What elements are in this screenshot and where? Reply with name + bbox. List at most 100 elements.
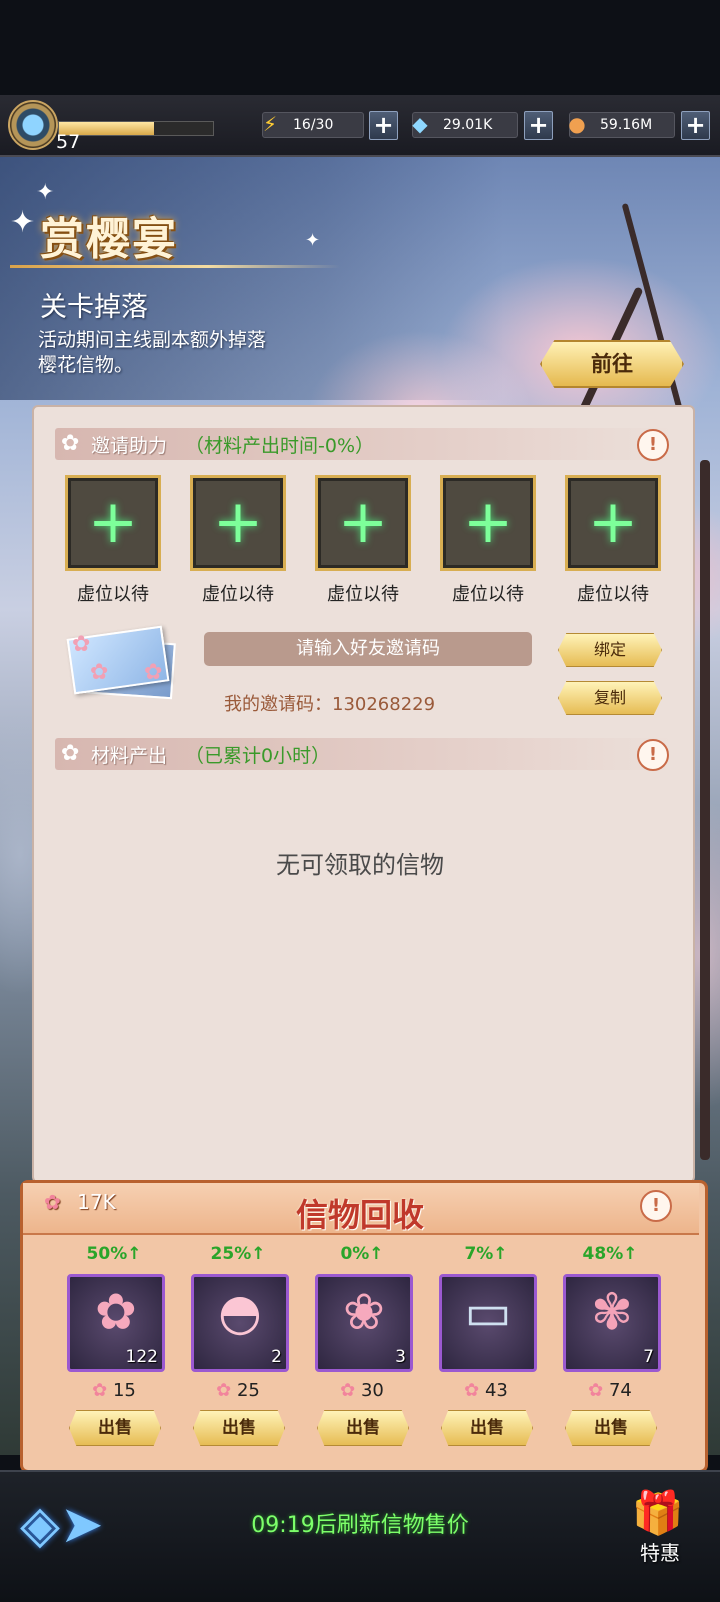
recycle-title: 信物回收: [295, 1196, 424, 1234]
event-title: 赏樱宴: [40, 214, 178, 265]
player-level: 57: [56, 131, 81, 153]
recycle-item[interactable]: ✾ 7: [563, 1274, 661, 1372]
special-offer-label[interactable]: 特惠: [620, 1537, 700, 1566]
item-count: 2: [271, 1347, 282, 1367]
sakura-petal-icon: ✿: [340, 1380, 356, 1401]
recycle-item[interactable]: ✿ 122: [67, 1274, 165, 1372]
recycle-item[interactable]: ◓ 2: [191, 1274, 289, 1372]
coin-icon: ●: [568, 112, 586, 136]
sakura-icon: ✿: [144, 660, 163, 685]
stamina-display: ⚡ 16/30: [262, 112, 364, 138]
level-emblem-icon[interactable]: [8, 100, 58, 150]
sakura-petal-icon: ✿: [92, 1380, 108, 1401]
gift-box-icon[interactable]: 🎁: [628, 1488, 688, 1538]
recycle-info-icon[interactable]: !: [640, 1190, 672, 1222]
diamond-icon: ◆: [412, 112, 428, 136]
plus-icon: +: [587, 487, 639, 557]
bouquet-icon: ✾: [591, 1283, 633, 1341]
sakura-icon: ✿: [90, 660, 109, 685]
item-price: ✿ 43: [436, 1380, 536, 1401]
invite-info-icon[interactable]: !: [637, 429, 669, 461]
flower-icon: ✿: [61, 741, 80, 766]
price-value: 15: [112, 1380, 136, 1401]
coin-value: 59.16M: [600, 117, 653, 133]
output-section-subtitle: （已累计0小时）: [185, 745, 331, 767]
sparkle-icon: ✦: [36, 180, 55, 205]
slot-label: 虚位以待: [202, 584, 274, 605]
recycle-item[interactable]: ▭: [439, 1274, 537, 1372]
invite-slot[interactable]: +: [190, 475, 286, 571]
empty-output-text: 无可领取的信物: [276, 851, 444, 879]
branch-3: [700, 460, 710, 1160]
invite-section-header: ✿ 邀请助力 （材料产出时间-0%） !: [55, 428, 675, 461]
output-section-header: ✿ 材料产出 （已累计0小时） !: [55, 738, 675, 771]
price-change: 48%↑: [582, 1244, 638, 1264]
plus-icon: +: [87, 487, 139, 557]
item-count: 3: [395, 1347, 406, 1367]
my-invite-code: 我的邀请码：130268229: [224, 694, 436, 715]
sakura-petal-icon: ✿: [464, 1380, 480, 1401]
diamond-display: ◆ 29.01K: [412, 112, 518, 138]
output-section-title: 材料产出: [91, 745, 168, 767]
item-count: 7: [643, 1347, 654, 1367]
stamina-value: 16/30: [293, 117, 334, 133]
invite-code-input[interactable]: 请输入好友邀请码: [204, 632, 532, 666]
item-count: 122: [125, 1347, 158, 1367]
sell-button[interactable]: 出售: [565, 1410, 657, 1446]
postcard-icon: ▭: [464, 1283, 512, 1341]
price-change: 7%↑: [464, 1244, 508, 1264]
sakura-charm-icon: ✿: [95, 1283, 137, 1341]
item-price: ✿ 25: [188, 1380, 288, 1401]
add-stamina-button[interactable]: +: [369, 111, 398, 140]
sakura-petal-icon: ✿: [588, 1380, 604, 1401]
sell-button[interactable]: 出售: [317, 1410, 409, 1446]
sakura-icon: ✿: [72, 632, 91, 657]
bind-button[interactable]: 绑定: [558, 633, 662, 667]
invite-slot[interactable]: +: [440, 475, 536, 571]
recycle-item[interactable]: ❀ 3: [315, 1274, 413, 1372]
sparkle-icon: ✦: [305, 230, 321, 251]
output-info-icon[interactable]: !: [637, 739, 669, 771]
copy-button[interactable]: 复制: [558, 681, 662, 715]
diamond-value: 29.01K: [443, 117, 493, 133]
price-change: 50%↑: [86, 1244, 142, 1264]
plus-icon: +: [337, 487, 389, 557]
slot-label: 虚位以待: [452, 584, 524, 605]
title-underline: [10, 265, 340, 268]
item-price: ✿ 15: [64, 1380, 164, 1401]
goto-button[interactable]: 前往: [540, 340, 684, 388]
price-change: 0%↑: [340, 1244, 384, 1264]
invite-slot[interactable]: +: [315, 475, 411, 571]
item-price: ✿ 74: [560, 1380, 660, 1401]
price-value: 25: [236, 1380, 260, 1401]
plus-icon: +: [462, 487, 514, 557]
lightning-icon: ⚡: [262, 112, 278, 136]
invite-slot[interactable]: +: [565, 475, 661, 571]
stage-drop-description: 活动期间主线副本额外掉落樱花信物。: [38, 329, 267, 376]
price-value: 30: [360, 1380, 384, 1401]
price-refresh-timer: 09:19后刷新信物售价: [251, 1513, 469, 1538]
sparkle-icon: ✦: [10, 205, 36, 240]
sell-button[interactable]: 出售: [69, 1410, 161, 1446]
sell-button[interactable]: 出售: [193, 1410, 285, 1446]
price-value: 74: [608, 1380, 632, 1401]
invite-slot[interactable]: +: [65, 475, 161, 571]
sakura-fan-icon: ◓: [218, 1283, 262, 1341]
flower-icon: ✿: [61, 431, 80, 456]
xp-bar: [58, 121, 214, 136]
price-value: 43: [484, 1380, 508, 1401]
add-coin-button[interactable]: +: [681, 111, 710, 140]
sell-button[interactable]: 出售: [441, 1410, 533, 1446]
stage-drop-title: 关卡掉落: [40, 292, 148, 323]
invite-section-subtitle: （材料产出时间-0%）: [185, 435, 374, 457]
item-price: ✿ 30: [312, 1380, 412, 1401]
coin-display: ● 59.16M: [568, 112, 675, 138]
slot-label: 虚位以待: [77, 584, 149, 605]
sakura-petal-icon: ✿: [216, 1380, 232, 1401]
slot-label: 虚位以待: [577, 584, 649, 605]
add-diamond-button[interactable]: +: [524, 111, 553, 140]
sakura-hairpin-icon: ❀: [343, 1283, 385, 1341]
slot-label: 虚位以待: [327, 584, 399, 605]
price-change: 25%↑: [210, 1244, 266, 1264]
invite-section-title: 邀请助力: [91, 435, 168, 457]
